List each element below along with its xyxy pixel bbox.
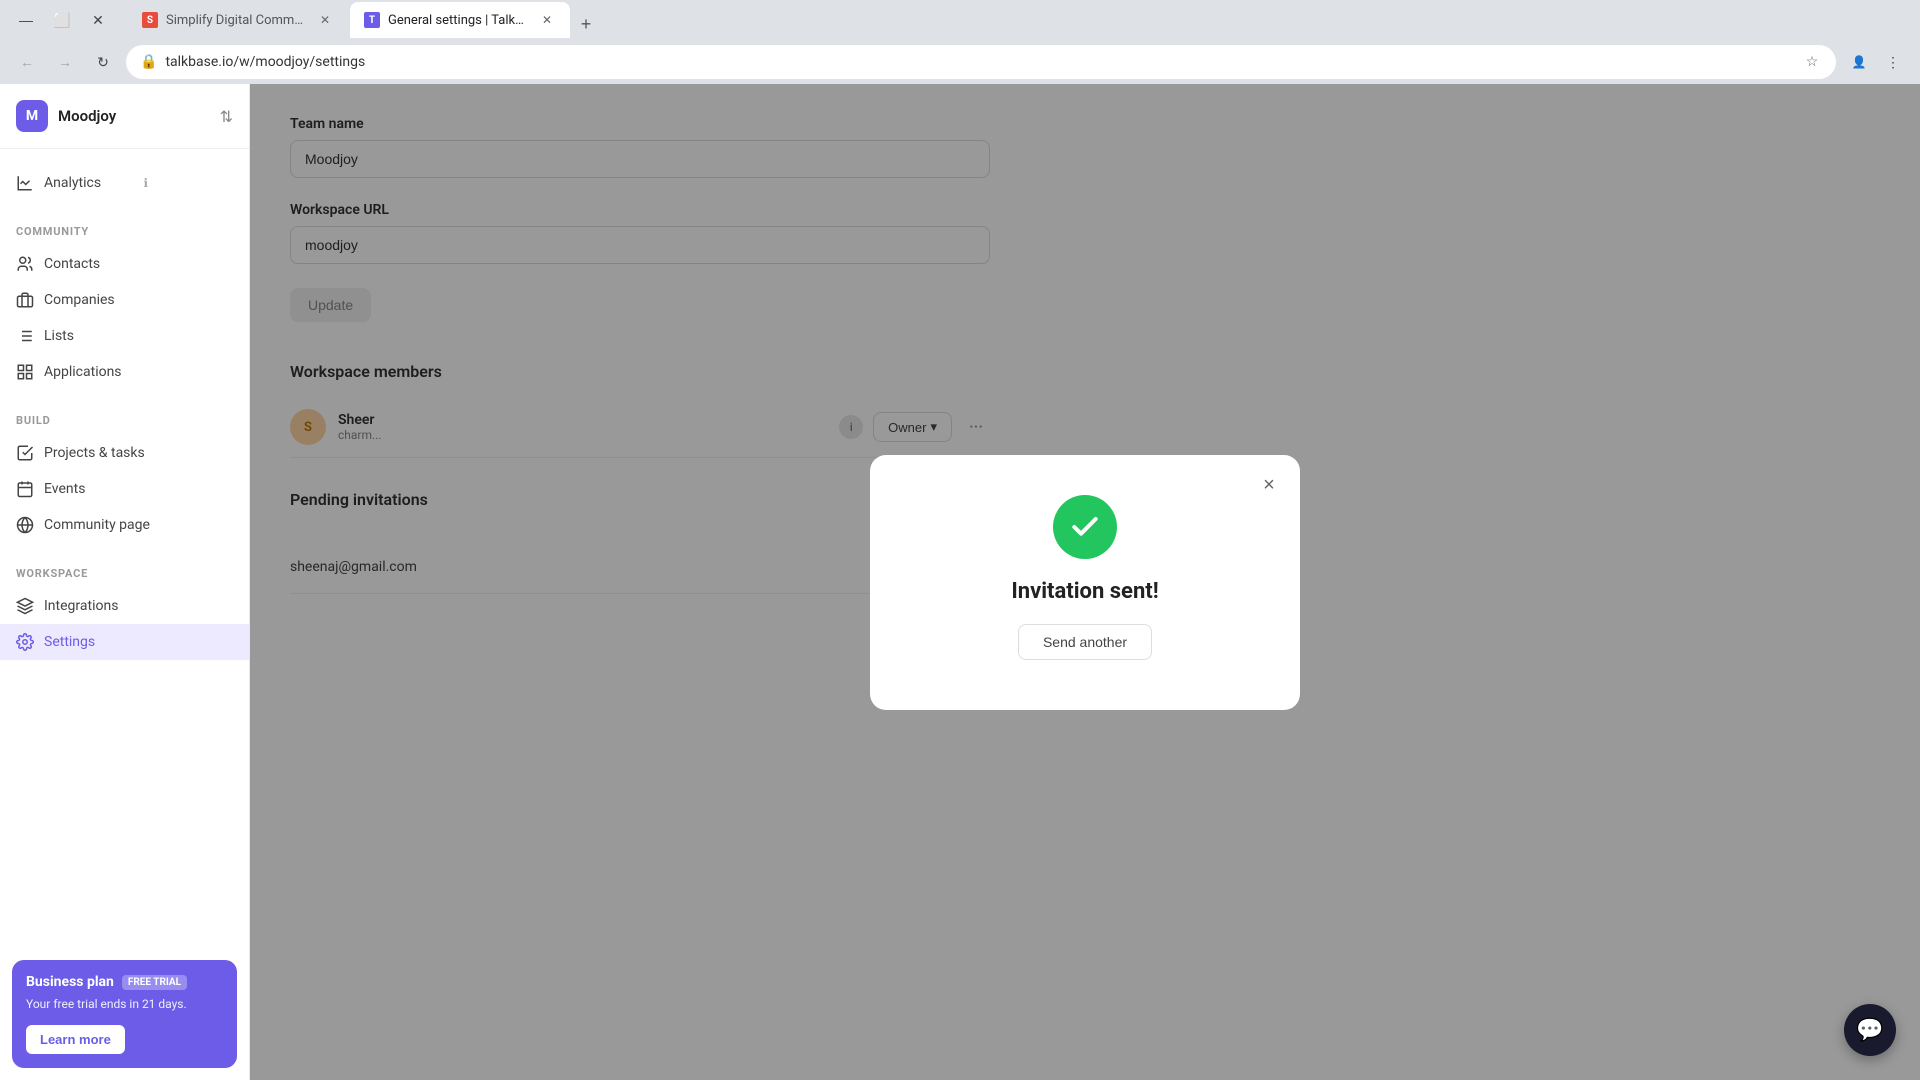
sidebar-item-community-page[interactable]: Community page: [0, 507, 249, 543]
integrations-icon: [16, 597, 34, 615]
sidebar-section-analytics: Analytics ℹ: [0, 149, 249, 209]
tab-talkbase[interactable]: T General settings | Talkbase.io ✕: [350, 2, 570, 38]
back-button[interactable]: ←: [12, 47, 42, 77]
bookmark-icon[interactable]: ☆: [1802, 52, 1822, 72]
plan-header: Business plan FREE TRIAL: [26, 974, 223, 990]
modal: × Invitation sent! Send another: [870, 455, 1300, 710]
menu-button[interactable]: ⋮: [1878, 47, 1908, 77]
browser-actions: 👤 ⋮: [1844, 47, 1908, 77]
sidebar-header: M Moodjoy ⇅: [0, 84, 249, 149]
sidebar-item-companies[interactable]: Companies: [0, 282, 249, 318]
lists-icon: [16, 327, 34, 345]
tab-favicon-2: T: [364, 12, 380, 28]
analytics-icon: [16, 174, 34, 192]
sidebar-item-integrations[interactable]: Integrations: [0, 588, 249, 624]
sidebar-item-applications[interactable]: Applications: [0, 354, 249, 390]
sidebar-item-contacts[interactable]: Contacts: [0, 246, 249, 282]
projects-icon: [16, 444, 34, 462]
lock-icon: 🔒: [140, 54, 157, 70]
tab-label-2: General settings | Talkbase.io: [388, 13, 530, 28]
learn-more-button[interactable]: Learn more: [26, 1025, 125, 1054]
chat-icon: 💬: [1856, 1018, 1883, 1043]
sidebar-item-integrations-label: Integrations: [44, 598, 233, 614]
close-window-button[interactable]: ✕: [84, 6, 112, 34]
forward-button[interactable]: →: [50, 47, 80, 77]
applications-icon: [16, 363, 34, 381]
workspace-info: M Moodjoy: [16, 100, 116, 132]
sidebar-item-projects-label: Projects & tasks: [44, 445, 233, 461]
sidebar-item-analytics-label: Analytics: [44, 175, 134, 191]
sidebar-item-settings-label: Settings: [44, 634, 233, 650]
business-plan-card: Business plan FREE TRIAL Your free trial…: [12, 960, 237, 1068]
plan-badge: FREE TRIAL: [122, 975, 187, 990]
address-bar[interactable]: 🔒 talkbase.io/w/moodjoy/settings ☆: [126, 45, 1836, 79]
sidebar-item-settings[interactable]: Settings: [0, 624, 249, 660]
sidebar: M Moodjoy ⇅ Analytics ℹ COMMUNITY Contac…: [0, 84, 250, 1080]
settings-icon: [16, 633, 34, 651]
workspace-name: Moodjoy: [58, 107, 116, 125]
workspace-section-label: WORKSPACE: [0, 567, 249, 588]
address-text: talkbase.io/w/moodjoy/settings: [165, 54, 1794, 70]
community-page-icon: [16, 516, 34, 534]
community-section-label: COMMUNITY: [0, 225, 249, 246]
analytics-info-icon: ℹ: [144, 176, 234, 190]
success-icon: [1053, 495, 1117, 559]
companies-icon: [16, 291, 34, 309]
events-icon: [16, 480, 34, 498]
browser-chrome: — ⬜ ✕ S Simplify Digital Community Ma...…: [0, 0, 1920, 84]
contacts-icon: [16, 255, 34, 273]
sidebar-item-contacts-label: Contacts: [44, 256, 233, 272]
reload-button[interactable]: ↻: [88, 47, 118, 77]
sidebar-item-community-page-label: Community page: [44, 517, 233, 533]
sidebar-item-companies-label: Companies: [44, 292, 233, 308]
tabs-bar: S Simplify Digital Community Ma... ✕ T G…: [120, 2, 608, 38]
sidebar-section-build: BUILD Projects & tasks Events Community …: [0, 398, 249, 551]
window-controls[interactable]: — ⬜ ✕: [12, 6, 112, 34]
tab-favicon-1: S: [142, 12, 158, 28]
address-icons: ☆: [1802, 52, 1822, 72]
sidebar-item-lists[interactable]: Lists: [0, 318, 249, 354]
checkmark-icon: [1069, 511, 1101, 543]
sidebar-item-applications-label: Applications: [44, 364, 233, 380]
titlebar: — ⬜ ✕ S Simplify Digital Community Ma...…: [0, 0, 1920, 40]
minimize-button[interactable]: —: [12, 6, 40, 34]
sidebar-item-lists-label: Lists: [44, 328, 233, 344]
sidebar-item-events[interactable]: Events: [0, 471, 249, 507]
sidebar-section-workspace: WORKSPACE Integrations Settings: [0, 551, 249, 668]
workspace-avatar: M: [16, 100, 48, 132]
sidebar-item-projects[interactable]: Projects & tasks: [0, 435, 249, 471]
modal-overlay[interactable]: × Invitation sent! Send another: [250, 84, 1920, 1080]
modal-title: Invitation sent!: [1011, 579, 1158, 604]
tab-close-2[interactable]: ✕: [538, 11, 556, 29]
app: M Moodjoy ⇅ Analytics ℹ COMMUNITY Contac…: [0, 84, 1920, 1080]
new-tab-button[interactable]: +: [572, 10, 600, 38]
modal-close-button[interactable]: ×: [1254, 471, 1284, 501]
sidebar-section-community: COMMUNITY Contacts Companies Lists Appli…: [0, 209, 249, 398]
omnibar: ← → ↻ 🔒 talkbase.io/w/moodjoy/settings ☆…: [0, 40, 1920, 84]
main-area: Team name Workspace URL Update Workspace…: [250, 84, 1920, 1080]
sidebar-expand-icon[interactable]: ⇅: [220, 107, 233, 126]
sidebar-footer: Business plan FREE TRIAL Your free trial…: [0, 948, 249, 1080]
sidebar-item-analytics[interactable]: Analytics ℹ: [0, 165, 249, 201]
maximize-button[interactable]: ⬜: [48, 6, 76, 34]
send-another-button[interactable]: Send another: [1018, 624, 1152, 660]
tab-label-1: Simplify Digital Community Ma...: [166, 13, 308, 28]
tab-simplify[interactable]: S Simplify Digital Community Ma... ✕: [128, 2, 348, 38]
sidebar-item-events-label: Events: [44, 481, 233, 497]
plan-title: Business plan: [26, 974, 114, 990]
profile-button[interactable]: 👤: [1844, 47, 1874, 77]
tab-close-1[interactable]: ✕: [316, 11, 334, 29]
chat-widget[interactable]: 💬: [1844, 1004, 1896, 1056]
plan-desc: Your free trial ends in 21 days.: [26, 996, 223, 1013]
build-section-label: BUILD: [0, 414, 249, 435]
